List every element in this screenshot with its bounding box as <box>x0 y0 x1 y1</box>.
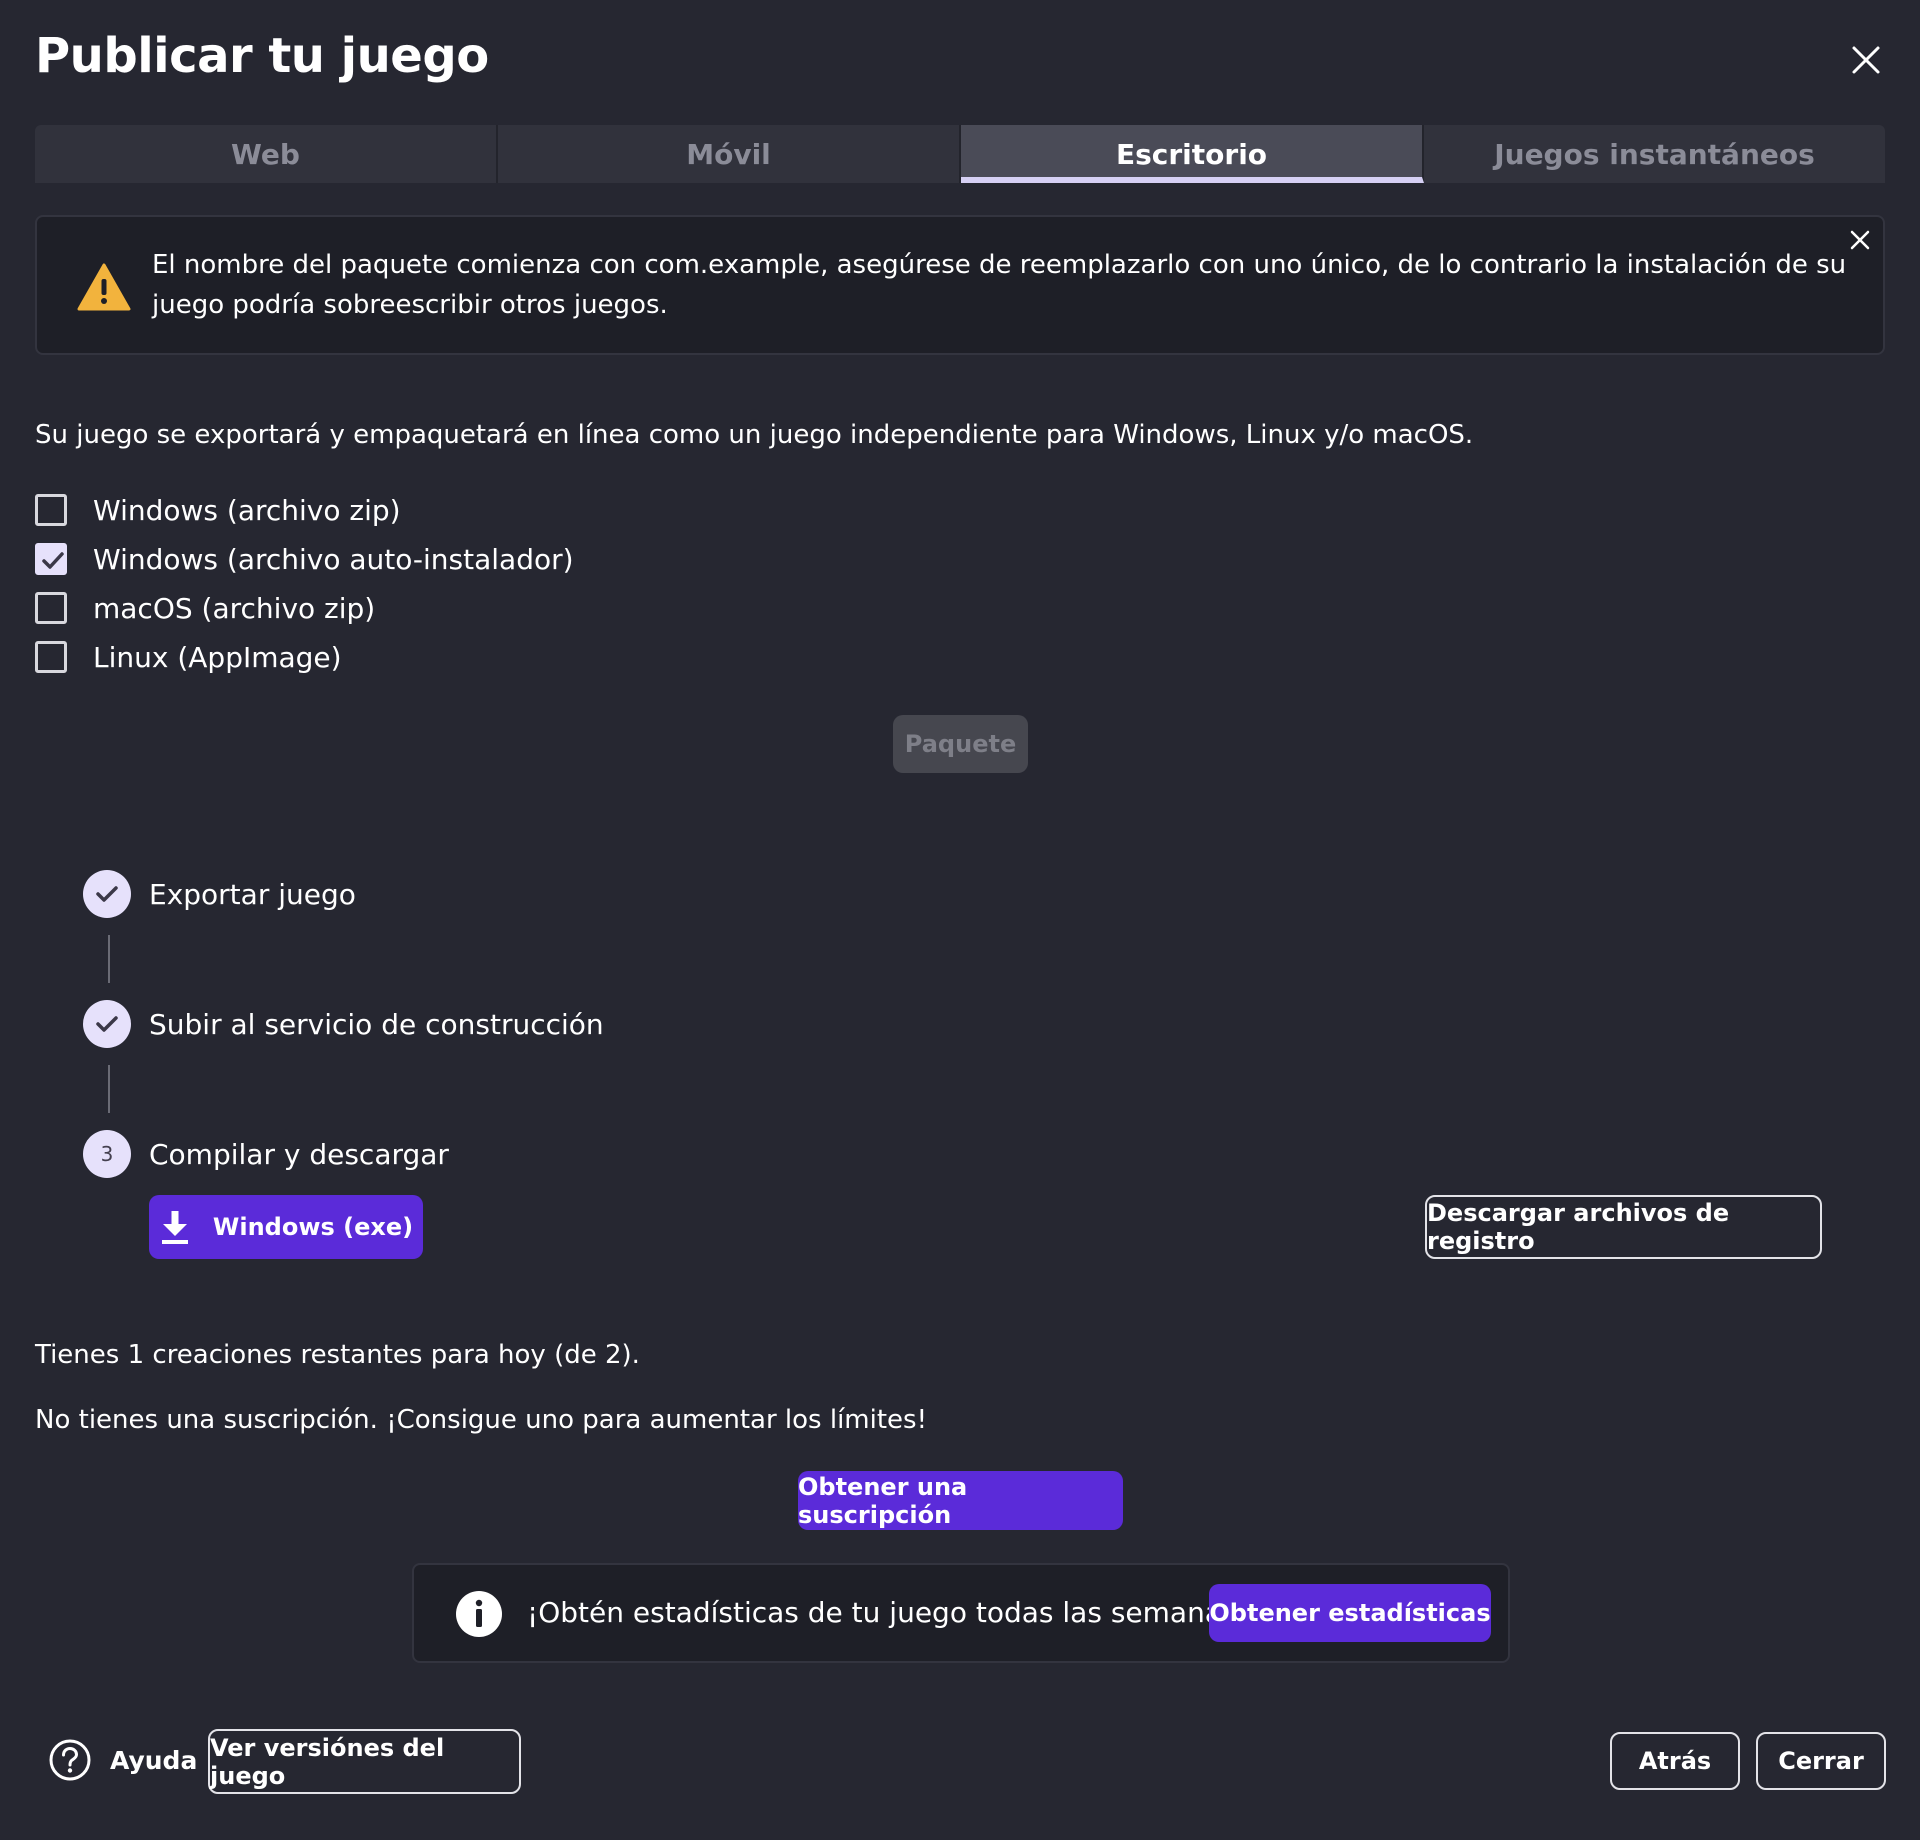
stats-promo-text: ¡Obtén estadísticas de tu juego todas la… <box>527 1596 1248 1629</box>
checkbox-label: Linux (AppImage) <box>93 640 342 674</box>
target-windows-zip[interactable]: Windows (archivo zip) <box>35 490 401 530</box>
checkbox-label: Windows (archivo auto-instalador) <box>93 542 574 576</box>
checkbox-label: Windows (archivo zip) <box>93 493 401 527</box>
step-connector <box>108 935 110 983</box>
help-label: Ayuda <box>110 1745 198 1775</box>
subscription-notice: No tienes una suscripción. ¡Consigue uno… <box>35 1405 928 1435</box>
step-label: Compilar y descargar <box>149 1137 449 1171</box>
help-icon <box>49 1739 91 1781</box>
step-export: Exportar juego <box>83 869 356 919</box>
target-windows-installer[interactable]: Windows (archivo auto-instalador) <box>35 539 574 579</box>
warning-icon <box>77 263 131 311</box>
checkbox[interactable] <box>35 543 67 575</box>
get-subscription-button[interactable]: Obtener una suscripción <box>798 1471 1123 1530</box>
stats-promo-box: ¡Obtén estadísticas de tu juego todas la… <box>412 1563 1510 1663</box>
download-button-label: Windows (exe) <box>212 1213 414 1241</box>
download-windows-exe-button[interactable]: Windows (exe) <box>149 1195 423 1259</box>
info-icon <box>456 1591 502 1637</box>
checkbox[interactable] <box>35 494 67 526</box>
step-upload: Subir al servicio de construcción <box>83 999 604 1049</box>
help-link[interactable]: Ayuda <box>48 1738 197 1782</box>
download-logs-button[interactable]: Descargar archivos de registro <box>1425 1195 1822 1259</box>
dismiss-warning-icon[interactable] <box>1849 229 1871 251</box>
tab-mobile[interactable]: Móvil <box>498 125 961 183</box>
view-game-versions-button[interactable]: Ver versiónes del juego <box>208 1729 521 1794</box>
tab-desktop[interactable]: Escritorio <box>961 125 1424 183</box>
back-button[interactable]: Atrás <box>1610 1732 1740 1790</box>
platform-tabs: Web Móvil Escritorio Juegos instantáneos <box>35 125 1885 183</box>
target-linux-appimage[interactable]: Linux (AppImage) <box>35 637 342 677</box>
tab-instant-games[interactable]: Juegos instantáneos <box>1424 125 1885 183</box>
target-macos-zip[interactable]: macOS (archivo zip) <box>35 588 375 628</box>
step-number: 3 <box>83 1130 131 1178</box>
step-done-indicator <box>83 1000 131 1048</box>
remaining-builds-text: Tienes 1 creaciones restantes para hoy (… <box>35 1340 640 1370</box>
warning-text: El nombre del paquete comienza con com.e… <box>152 250 1847 320</box>
export-description: Su juego se exportará y empaquetará en l… <box>35 420 1474 450</box>
step-label: Exportar juego <box>149 877 356 911</box>
checkmark-icon <box>42 552 64 569</box>
package-button[interactable]: Paquete <box>893 715 1028 773</box>
step-done-indicator <box>83 870 131 918</box>
step-label: Subir al servicio de construcción <box>149 1007 604 1041</box>
get-stats-button[interactable]: Obtener estadísticas <box>1209 1584 1491 1642</box>
step-connector <box>108 1065 110 1113</box>
checkbox[interactable] <box>35 641 67 673</box>
package-name-warning: El nombre del paquete comienza con com.e… <box>35 215 1885 355</box>
checkmark-icon <box>96 1016 118 1032</box>
checkbox-label: macOS (archivo zip) <box>93 591 376 625</box>
close-icon[interactable] <box>1848 42 1884 78</box>
close-button[interactable]: Cerrar <box>1756 1732 1886 1790</box>
tab-web[interactable]: Web <box>35 125 498 183</box>
checkbox[interactable] <box>35 592 67 624</box>
step-build-download: 3 Compilar y descargar <box>83 1129 449 1179</box>
dialog-title: Publicar tu juego <box>35 28 489 84</box>
download-icon <box>161 1211 188 1244</box>
checkmark-icon <box>96 886 118 902</box>
